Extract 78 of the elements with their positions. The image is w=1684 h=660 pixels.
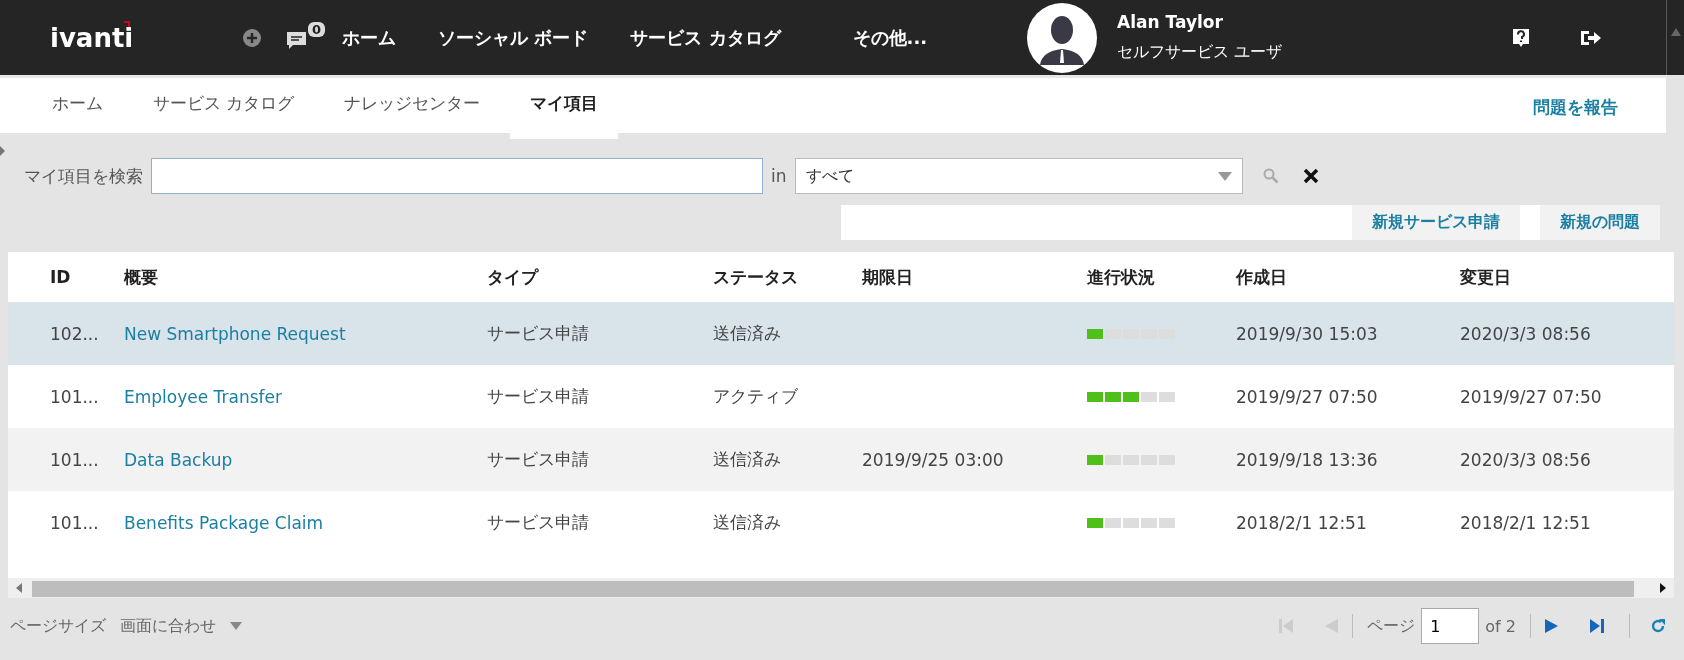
last-page-icon[interactable] [1589, 618, 1605, 634]
scope-dropdown[interactable]: すべて [794, 158, 1243, 194]
id-cell-text: 101... [50, 512, 100, 533]
table-row[interactable]: 101... Employee Transfer サービス申請 アクティブ 2019/9/27 07:50 2019/9/27 07:50 [8, 365, 1674, 428]
type-cell-text: サービス申請 [487, 322, 590, 345]
column-header[interactable]: 変更日 [1460, 265, 1674, 289]
next-page-icon[interactable] [1545, 618, 1559, 634]
id-cell-text: 101... [50, 449, 100, 470]
nav-link[interactable]: サービス カタログ [630, 25, 781, 50]
search-icon[interactable] [1262, 168, 1279, 184]
status-cell-text: アクティブ [713, 385, 799, 408]
nav-link[interactable]: ホーム [342, 25, 396, 50]
modified-date-cell-text: 2020/3/3 08:56 [1460, 449, 1592, 470]
help-icon[interactable] [1512, 27, 1530, 48]
action-button[interactable]: 新規の問題 [1540, 205, 1660, 240]
search-field[interactable] [151, 158, 763, 194]
due-date-cell-text: 2019/9/25 03:00 [862, 449, 1005, 470]
scroll-right-icon[interactable] [1660, 583, 1666, 593]
scroll-up-icon[interactable] [1670, 28, 1681, 36]
panel-toggle-icon[interactable] [0, 146, 5, 156]
tab[interactable]: マイ項目 [510, 78, 619, 136]
page-label: ページ [1367, 615, 1416, 637]
tab[interactable]: サービス カタログ [133, 78, 315, 133]
table-row[interactable]: 101... Benefits Package Claim サービス申請 送信済み 2018/2/1 12:51 2018/2/1 12:51 [8, 491, 1674, 554]
column-header[interactable]: 作成日 [1236, 265, 1460, 289]
type-cell-text: サービス申請 [487, 511, 590, 534]
created-date-cell-text: 2018/2/1 12:51 [1236, 512, 1368, 533]
id-cell-text: 102... [50, 323, 100, 344]
logout-icon[interactable] [1580, 28, 1602, 47]
item-link[interactable]: Data Backup [124, 449, 487, 470]
column-header[interactable]: 期限日 [862, 265, 1087, 289]
column-header[interactable]: タイプ [487, 265, 713, 289]
page-size-label: ページサイズ [10, 615, 106, 637]
tab[interactable]: ナレッジセンター [324, 78, 501, 133]
scroll-left-icon[interactable] [16, 583, 22, 593]
table-row[interactable]: 101... Data Backup サービス申請 送信済み 2019/9/25 03:00 2019/9/18 13:36 2020/3/3 08:56 [8, 428, 1674, 491]
type-cell-text: サービス申請 [487, 448, 590, 471]
item-link[interactable]: New Smartphone Request [124, 323, 487, 344]
search-label: マイ項目を検索 [24, 164, 143, 188]
status-cell-text: 送信済み [713, 511, 782, 534]
page-size-dropdown[interactable]: 画面に合わせ [120, 615, 216, 637]
item-link[interactable]: Employee Transfer [124, 386, 487, 407]
user-role: セルフサービス ユーザ [1117, 42, 1283, 63]
column-header[interactable]: 概要 [124, 265, 487, 289]
created-date-cell-text: 2019/9/18 13:36 [1236, 449, 1379, 470]
status-cell-text: 送信済み [713, 448, 782, 471]
add-icon[interactable] [242, 27, 262, 48]
nav-link[interactable]: その他... [852, 25, 928, 50]
scrollbar-thumb[interactable] [32, 581, 1634, 597]
page-count: of 2 [1485, 616, 1516, 636]
tab[interactable]: ホーム [32, 78, 123, 133]
report-issue-link[interactable]: 問題を報告 [1533, 78, 1618, 133]
page-number-field[interactable]: 1 [1421, 608, 1480, 644]
in-label: in [771, 166, 787, 186]
clear-icon[interactable] [1302, 168, 1319, 184]
id-cell-text: 101... [50, 386, 100, 407]
nav-link[interactable]: ソーシャル ボード [438, 25, 589, 50]
column-header[interactable]: 進行状況 [1087, 265, 1236, 289]
logo[interactable]: ivanti [50, 22, 150, 53]
table-row[interactable]: 102... New Smartphone Request サービス申請 送信済み 2019/9/30 15:03 2020/3/3 08:56 [8, 302, 1674, 365]
notification-badge: 0 [308, 21, 326, 37]
created-date-cell-text: 2019/9/27 07:50 [1236, 386, 1379, 407]
modified-date-cell-text: 2019/9/27 07:50 [1460, 386, 1603, 407]
avatar-icon [1027, 2, 1098, 73]
created-date-cell-text: 2019/9/30 15:03 [1236, 323, 1379, 344]
item-link[interactable]: Benefits Package Claim [124, 512, 487, 533]
modified-date-cell-text: 2018/2/1 12:51 [1460, 512, 1592, 533]
action-button[interactable]: 新規サービス申請 [1352, 205, 1520, 240]
type-cell-text: サービス申請 [487, 385, 590, 408]
modified-date-cell-text: 2020/3/3 08:56 [1460, 323, 1592, 344]
caret-icon[interactable] [1217, 171, 1232, 181]
chat-icon[interactable] [286, 30, 308, 51]
status-cell-text: 送信済み [713, 322, 782, 345]
column-header[interactable]: ステータス [713, 265, 862, 289]
caret-icon[interactable] [230, 622, 242, 630]
user-name: Alan Taylor [1117, 12, 1224, 32]
column-header[interactable]: ID [50, 267, 124, 287]
refresh-icon[interactable] [1650, 618, 1666, 634]
